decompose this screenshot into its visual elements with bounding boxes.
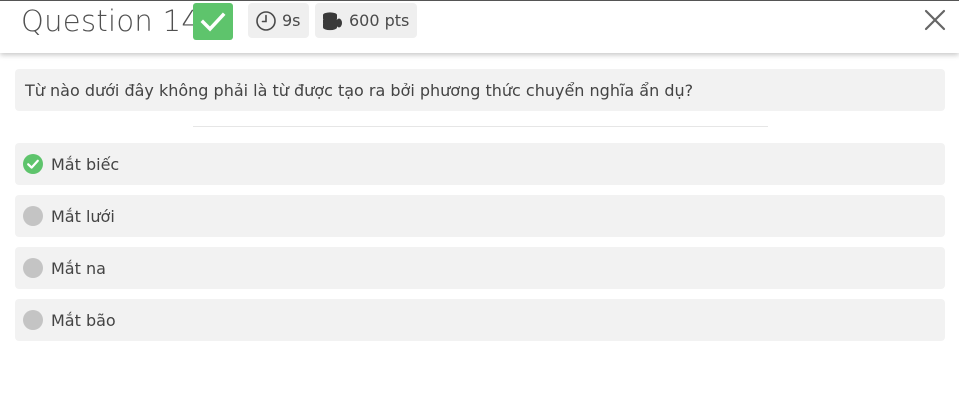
question-title: Question 14 [21, 4, 201, 38]
radio-indicator [23, 206, 43, 226]
coins-icon [323, 11, 342, 30]
question-text-box: Từ nào dưới đây không phải là từ được tạ… [15, 69, 945, 111]
option-label: Mắt biếc [51, 154, 120, 174]
close-icon [924, 9, 946, 31]
option-1[interactable]: Mắt biếc [15, 143, 945, 185]
check-icon [200, 12, 226, 32]
option-label: Mắt lưới [51, 206, 115, 226]
question-text: Từ nào dưới đây không phải là từ được tạ… [25, 80, 694, 100]
close-button[interactable] [923, 8, 947, 32]
correct-badge [193, 3, 233, 40]
option-3[interactable]: Mắt na [15, 247, 945, 289]
divider [193, 126, 768, 127]
question-header: Question 14 9s 600 pts [0, 0, 959, 53]
time-pill: 9s [248, 3, 309, 38]
time-value: 9s [282, 11, 301, 30]
points-value: 600 pts [349, 11, 410, 30]
correct-check-icon [23, 154, 43, 174]
option-2[interactable]: Mắt lưới [15, 195, 945, 237]
radio-indicator [23, 310, 43, 330]
radio-indicator [23, 258, 43, 278]
clock-icon [256, 10, 276, 31]
option-4[interactable]: Mắt bão [15, 299, 945, 341]
option-label: Mắt na [51, 258, 106, 278]
points-pill: 600 pts [315, 3, 417, 38]
option-label: Mắt bão [51, 310, 116, 330]
